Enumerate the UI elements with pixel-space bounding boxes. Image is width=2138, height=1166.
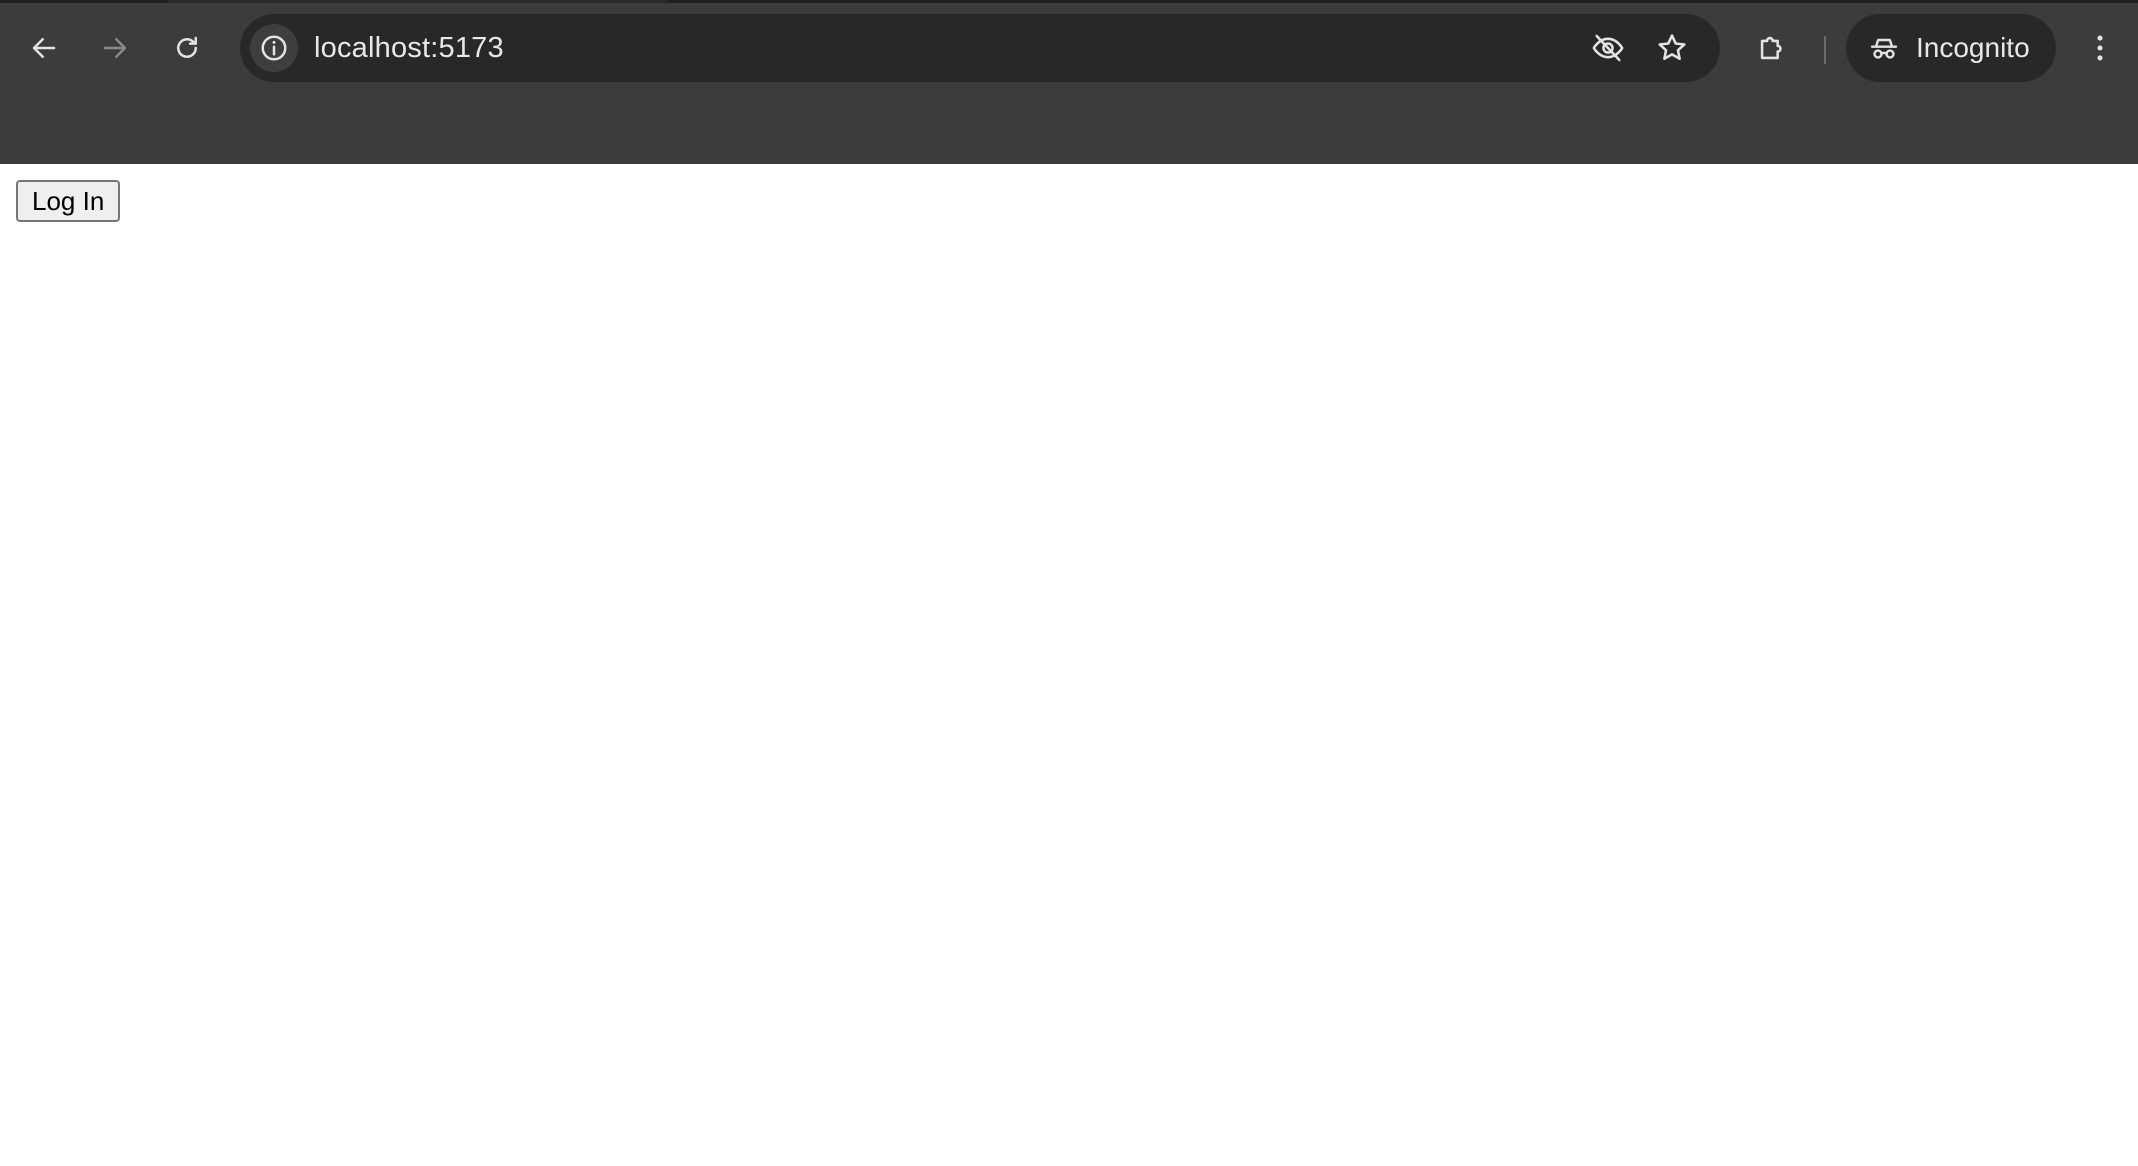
browser-toolbar: localhost:5173 Incognito bbox=[0, 12, 2138, 84]
incognito-button[interactable]: Incognito bbox=[1846, 14, 2056, 82]
info-icon bbox=[261, 35, 287, 61]
tracking-protection-button[interactable] bbox=[1586, 26, 1630, 70]
bookmark-button[interactable] bbox=[1650, 26, 1694, 70]
site-info-button[interactable] bbox=[250, 24, 298, 72]
star-icon bbox=[1658, 34, 1686, 61]
tab-strip bbox=[0, 0, 2138, 3]
reload-button[interactable] bbox=[165, 26, 209, 70]
login-button[interactable]: Log In bbox=[16, 180, 121, 222]
incognito-icon bbox=[1870, 38, 1898, 59]
browser-chrome: localhost:5173 Incognito bbox=[0, 0, 2138, 164]
browser-menu-button[interactable] bbox=[2078, 26, 2122, 70]
incognito-label: Incognito bbox=[1916, 32, 2030, 63]
tab-edge-segment bbox=[0, 0, 168, 3]
toolbar-divider bbox=[1824, 36, 1826, 64]
forward-button[interactable] bbox=[93, 26, 137, 70]
arrow-left-icon bbox=[32, 38, 56, 58]
eye-off-icon bbox=[1592, 34, 1624, 62]
puzzle-icon bbox=[1760, 36, 1782, 60]
kebab-menu-icon bbox=[2097, 35, 2103, 61]
arrow-right-icon bbox=[103, 38, 127, 58]
tab-edge-segment bbox=[668, 0, 2138, 3]
url-text[interactable]: localhost:5173 bbox=[314, 14, 504, 82]
extensions-button[interactable] bbox=[1750, 26, 1794, 70]
address-bar[interactable]: localhost:5173 bbox=[240, 14, 1720, 82]
page-content: Log In bbox=[0, 164, 2138, 1166]
back-button[interactable] bbox=[22, 26, 66, 70]
reload-icon bbox=[177, 36, 197, 58]
